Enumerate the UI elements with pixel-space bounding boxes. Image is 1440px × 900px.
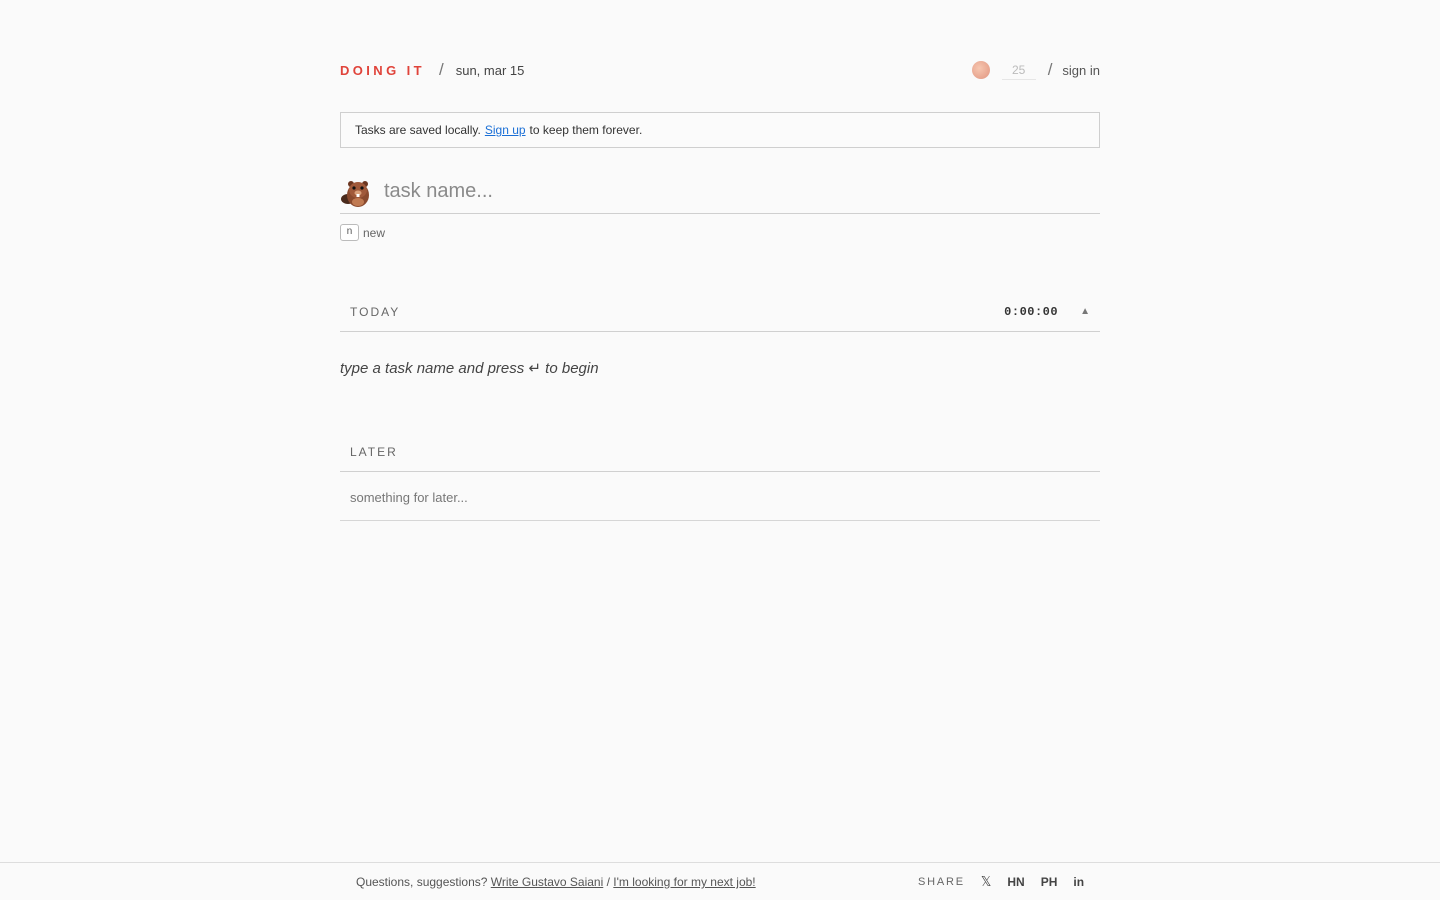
header-separator: /: [438, 60, 444, 79]
brand-logo[interactable]: DOING IT: [340, 63, 425, 78]
ph-share-link[interactable]: PH: [1041, 875, 1058, 889]
later-input-row: [340, 474, 1100, 521]
shortcut-key: n: [340, 224, 359, 241]
notice-suffix: to keep them forever.: [529, 123, 643, 137]
shortcut-label: new: [363, 225, 386, 240]
job-link[interactable]: I'm looking for my next job!: [613, 875, 755, 889]
local-storage-notice: Tasks are saved locally. Sign up to keep…: [340, 112, 1100, 148]
notice-prefix: Tasks are saved locally.: [355, 123, 481, 137]
header: DOING IT / sun, mar 15 / sign in: [340, 56, 1100, 84]
later-section-header: LATER: [340, 432, 1100, 472]
current-date: sun, mar 15: [455, 62, 525, 78]
footer-contact: Questions, suggestions? Write Gustavo Sa…: [356, 875, 756, 889]
contact-link[interactable]: Write Gustavo Saiani: [491, 875, 604, 889]
header-actions: / sign in: [971, 60, 1100, 80]
later-task-input[interactable]: [350, 489, 1090, 505]
task-input-row: [340, 170, 1100, 214]
share-bar: SHARE 𝕏 HN PH in: [918, 874, 1100, 890]
share-label: SHARE: [918, 876, 965, 888]
header-separator-right: /: [1047, 60, 1053, 79]
footer: Questions, suggestions? Write Gustavo Sa…: [0, 862, 1440, 900]
pomodoro-duration-input[interactable]: [1001, 60, 1036, 80]
sign-in-link[interactable]: sign in: [1062, 63, 1100, 78]
sign-up-link[interactable]: Sign up: [485, 123, 526, 137]
today-empty-message: type a task name and press ↵ to begin: [340, 360, 599, 377]
hn-share-link[interactable]: HN: [1007, 875, 1024, 889]
footer-divider: /: [606, 875, 610, 889]
tomato-icon[interactable]: [971, 61, 990, 79]
footer-question: Questions, suggestions?: [356, 875, 488, 889]
today-section-header: TODAY 0:00:00 ▲: [340, 292, 1100, 332]
linkedin-share-link[interactable]: in: [1073, 875, 1084, 889]
later-title: LATER: [350, 444, 398, 459]
task-name-input[interactable]: [384, 180, 1100, 203]
today-title: TODAY: [350, 304, 401, 319]
x-share-icon[interactable]: 𝕏: [981, 874, 991, 890]
today-total-timer: 0:00:00: [1004, 304, 1059, 319]
new-task-shortcut-hint: n new: [340, 224, 385, 241]
collapse-up-icon[interactable]: ▲: [1080, 306, 1090, 317]
beaver-icon: [341, 180, 369, 207]
